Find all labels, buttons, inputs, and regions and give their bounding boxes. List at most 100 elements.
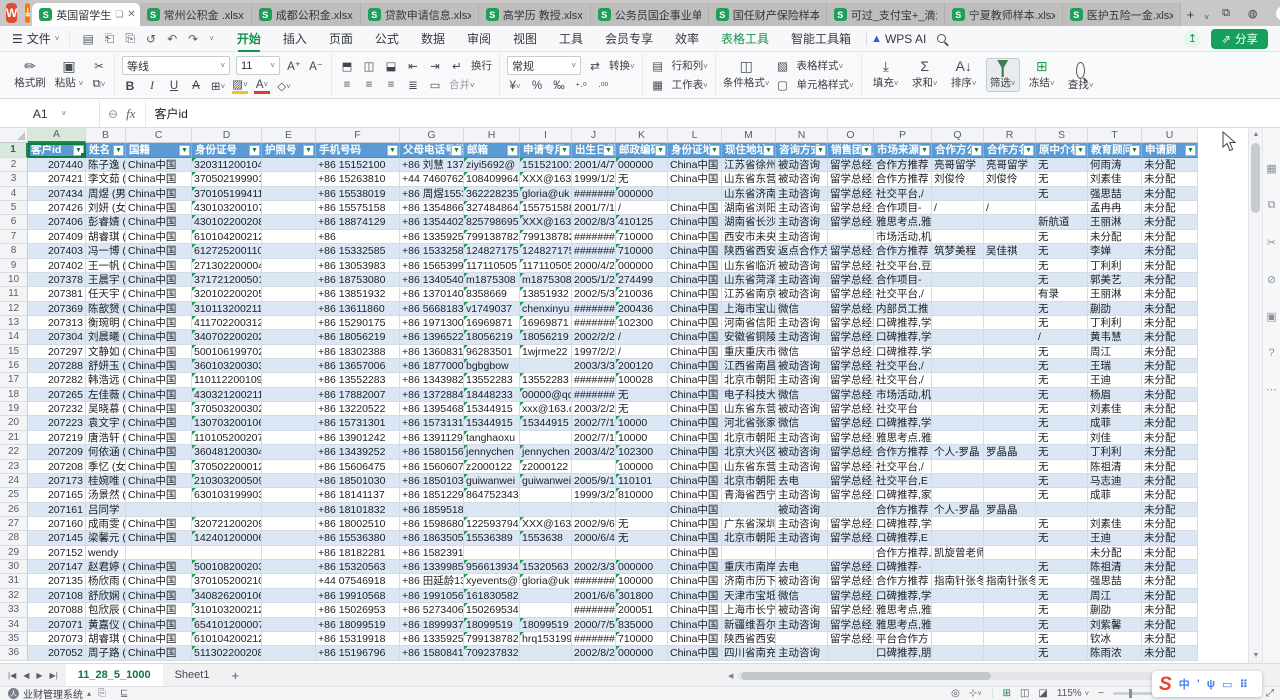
- cell-I11[interactable]: 13851932: [520, 287, 572, 301]
- cell-Q11[interactable]: [932, 287, 984, 301]
- decrease-indent-icon[interactable]: ⇤: [405, 58, 421, 74]
- cell-C26[interactable]: [126, 503, 192, 517]
- column-letter-L[interactable]: L: [668, 128, 722, 143]
- header-cell-N[interactable]: 咨询方式▼: [776, 143, 828, 158]
- cell-H32[interactable]: 161830582: [464, 589, 520, 603]
- cell-O6[interactable]: 留学总经办: [828, 215, 874, 229]
- cell-Q20[interactable]: [932, 416, 984, 430]
- cell-L35[interactable]: China中国: [668, 632, 722, 646]
- cell-I5[interactable]: 155751588: [520, 201, 572, 215]
- cell-K25[interactable]: 810000: [616, 488, 668, 502]
- cell-B5[interactable]: 刘妍 (女): [86, 201, 126, 215]
- cell-N35[interactable]: [776, 632, 828, 646]
- menu-item-开始[interactable]: 开始: [226, 26, 272, 51]
- cell-A14[interactable]: 207304: [28, 330, 86, 344]
- cell-E28[interactable]: [262, 531, 316, 545]
- cell-O33[interactable]: 留学总经办: [828, 603, 874, 617]
- cell-R24[interactable]: [984, 474, 1036, 488]
- header-cell-B[interactable]: 姓名▼: [86, 143, 126, 158]
- cell-J10[interactable]: 2005/1/26: [572, 273, 616, 287]
- cell-F18[interactable]: +86 17882007: [316, 388, 400, 402]
- cell-G24[interactable]: +86 1850103098: [400, 474, 464, 488]
- cell-J34[interactable]: 2000/7/5: [572, 618, 616, 632]
- cell-N4[interactable]: 主动咨询: [776, 187, 828, 201]
- vertical-scrollbar[interactable]: ▲ ▼: [1248, 128, 1262, 663]
- cell-O23[interactable]: 留学总经办: [828, 460, 874, 474]
- cell-R36[interactable]: [984, 646, 1036, 660]
- cell-Q21[interactable]: [932, 431, 984, 445]
- cell-G16[interactable]: +86 1877000215: [400, 359, 464, 373]
- cell-R32[interactable]: [984, 589, 1036, 603]
- cell-N9[interactable]: 被动咨询: [776, 259, 828, 273]
- menu-item-视图[interactable]: 视图: [502, 26, 548, 51]
- cell-N36[interactable]: 主动咨询: [776, 646, 828, 660]
- increase-font-icon[interactable]: A⁺: [286, 58, 302, 74]
- cell-R17[interactable]: [984, 373, 1036, 387]
- cell-M21[interactable]: 北京市朝阳: [722, 431, 776, 445]
- cell-G26[interactable]: +86 1859518772: [400, 503, 464, 517]
- cell-K35[interactable]: 710000: [616, 632, 668, 646]
- cell-H4[interactable]: 362228235: [464, 187, 520, 201]
- cell-I4[interactable]: gloria@uk: [520, 187, 572, 201]
- cell-G28[interactable]: +86 1863505000: [400, 531, 464, 545]
- cell-B20[interactable]: 袁文宇 (女: [86, 416, 126, 430]
- cell-G35[interactable]: +86 1335925706: [400, 632, 464, 646]
- wps-logo-icon[interactable]: W: [6, 3, 17, 23]
- decrease-decimal-icon[interactable]: ·⁰⁰: [595, 78, 611, 94]
- cell-I25[interactable]: [520, 488, 572, 502]
- cell-L11[interactable]: China中国: [668, 287, 722, 301]
- cell-D22[interactable]: 360481200304020026: [192, 445, 262, 459]
- cell-N13[interactable]: 主动咨询: [776, 316, 828, 330]
- cell-U16[interactable]: 未分配: [1142, 359, 1198, 373]
- cell-B7[interactable]: 胡睿琪 (女: [86, 230, 126, 244]
- cell-N29[interactable]: [776, 546, 828, 560]
- cell-N30[interactable]: 去电: [776, 560, 828, 574]
- cell-P22[interactable]: 合作方推荐: [874, 445, 932, 459]
- cell-D30[interactable]: 500108200203035125: [192, 560, 262, 574]
- cell-M17[interactable]: 北京市朝阳: [722, 373, 776, 387]
- cell-H29[interactable]: [464, 546, 520, 560]
- cell-M10[interactable]: 山东省菏泽: [722, 273, 776, 287]
- menu-item-插入[interactable]: 插入: [272, 26, 318, 51]
- cell-R10[interactable]: [984, 273, 1036, 287]
- cell-E11[interactable]: [262, 287, 316, 301]
- row-number-19[interactable]: 19: [0, 402, 28, 416]
- cell-L4[interactable]: [668, 187, 722, 201]
- cell-Q36[interactable]: [932, 646, 984, 660]
- row-number-26[interactable]: 26: [0, 503, 28, 517]
- cell-I24[interactable]: guiwanwei: [520, 474, 572, 488]
- cell-O32[interactable]: 留学总经办: [828, 589, 874, 603]
- cell-R18[interactable]: [984, 388, 1036, 402]
- header-cell-S[interactable]: 原中介机▼: [1036, 143, 1088, 158]
- cell-D5[interactable]: 430103200107142529: [192, 201, 262, 215]
- cell-H23[interactable]: z2000122: [464, 460, 520, 474]
- header-cell-R[interactable]: 合作方名▼: [984, 143, 1036, 158]
- find-button[interactable]: 查找˅: [1064, 58, 1098, 92]
- cell-U28[interactable]: 未分配: [1142, 531, 1198, 545]
- cell-H11[interactable]: 8358669: [464, 287, 520, 301]
- cell-Q31[interactable]: 指南针张冬: [932, 574, 984, 588]
- cell-J6[interactable]: 2002/8/31: [572, 215, 616, 229]
- cell-U20[interactable]: 未分配: [1142, 416, 1198, 430]
- cell-B22[interactable]: 何依涵 (女: [86, 445, 126, 459]
- cell-C22[interactable]: China中国: [126, 445, 192, 459]
- share-button[interactable]: ⇗分享: [1211, 29, 1268, 49]
- cell-M35[interactable]: 陕西省西安: [722, 632, 776, 646]
- cell-M36[interactable]: 四川省南充: [722, 646, 776, 660]
- clear-format-icon[interactable]: ◇˅: [276, 78, 292, 94]
- cell-N15[interactable]: 微信: [776, 345, 828, 359]
- cell-S32[interactable]: 无: [1036, 589, 1088, 603]
- cell-L18[interactable]: China中国: [668, 388, 722, 402]
- cell-J18[interactable]: ########: [572, 388, 616, 402]
- cell-S17[interactable]: 无: [1036, 373, 1088, 387]
- cell-L8[interactable]: China中国: [668, 244, 722, 258]
- cell-Q23[interactable]: [932, 460, 984, 474]
- cell-T12[interactable]: 蒯劭: [1088, 302, 1142, 316]
- header-cell-O[interactable]: 销售团队▼: [828, 143, 874, 158]
- filter-dropdown-icon[interactable]: ▼: [113, 145, 124, 156]
- cell-U7[interactable]: 未分配: [1142, 230, 1198, 244]
- cell-L17[interactable]: China中国: [668, 373, 722, 387]
- sogou-logo-icon[interactable]: S: [1159, 675, 1172, 694]
- cell-A9[interactable]: 207402: [28, 259, 86, 273]
- sheet-tab-11_28_5_1000[interactable]: 11_28_5_1000: [66, 664, 163, 687]
